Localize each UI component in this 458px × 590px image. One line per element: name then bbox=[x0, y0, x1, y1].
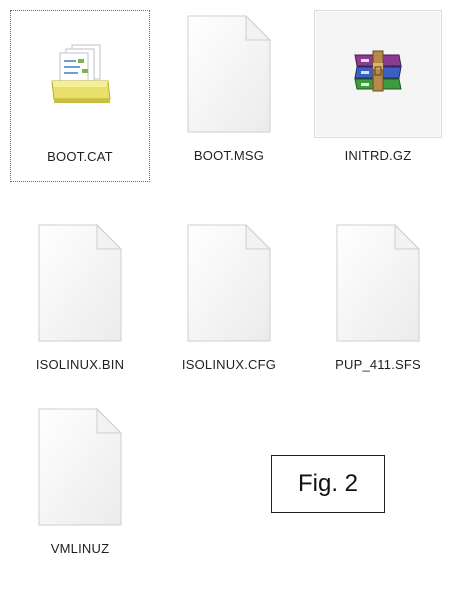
file-item-vmlinuz[interactable]: VMLINUZ bbox=[10, 403, 150, 575]
catalog-file-icon bbox=[51, 44, 111, 103]
file-thumbnail bbox=[165, 219, 293, 347]
file-item-boot-msg[interactable]: BOOT.MSG bbox=[159, 10, 299, 182]
file-thumbnail bbox=[16, 11, 144, 139]
winrar-archive-icon bbox=[354, 50, 402, 92]
file-item-isolinux-cfg[interactable]: ISOLINUX.CFG bbox=[159, 219, 299, 391]
file-item-boot-cat[interactable]: BOOT.CAT bbox=[10, 10, 150, 182]
file-thumbnail bbox=[16, 403, 144, 531]
blank-file-icon bbox=[187, 223, 272, 342]
file-name: VMLINUZ bbox=[50, 541, 110, 556]
file-thumbnail bbox=[314, 219, 442, 347]
file-thumbnail bbox=[16, 219, 144, 347]
file-item-isolinux-bin[interactable]: ISOLINUX.BIN bbox=[10, 219, 150, 391]
blank-file-icon bbox=[336, 223, 421, 342]
file-thumbnail bbox=[314, 10, 442, 138]
figure-label: Fig. 2 bbox=[271, 455, 385, 513]
file-thumbnail bbox=[165, 10, 293, 138]
file-name: ISOLINUX.BIN bbox=[35, 357, 125, 372]
blank-file-icon bbox=[38, 407, 123, 526]
file-item-initrd-gz[interactable]: INITRD.GZ bbox=[308, 10, 448, 182]
file-name: BOOT.MSG bbox=[193, 148, 265, 163]
file-name: INITRD.GZ bbox=[344, 148, 412, 163]
file-name: ISOLINUX.CFG bbox=[181, 357, 277, 372]
file-item-pup-411-sfs[interactable]: PUP_411.SFS bbox=[308, 219, 448, 391]
blank-file-icon bbox=[187, 14, 272, 133]
blank-file-icon bbox=[38, 223, 123, 342]
file-name: BOOT.CAT bbox=[47, 149, 113, 164]
file-name: PUP_411.SFS bbox=[335, 357, 421, 372]
